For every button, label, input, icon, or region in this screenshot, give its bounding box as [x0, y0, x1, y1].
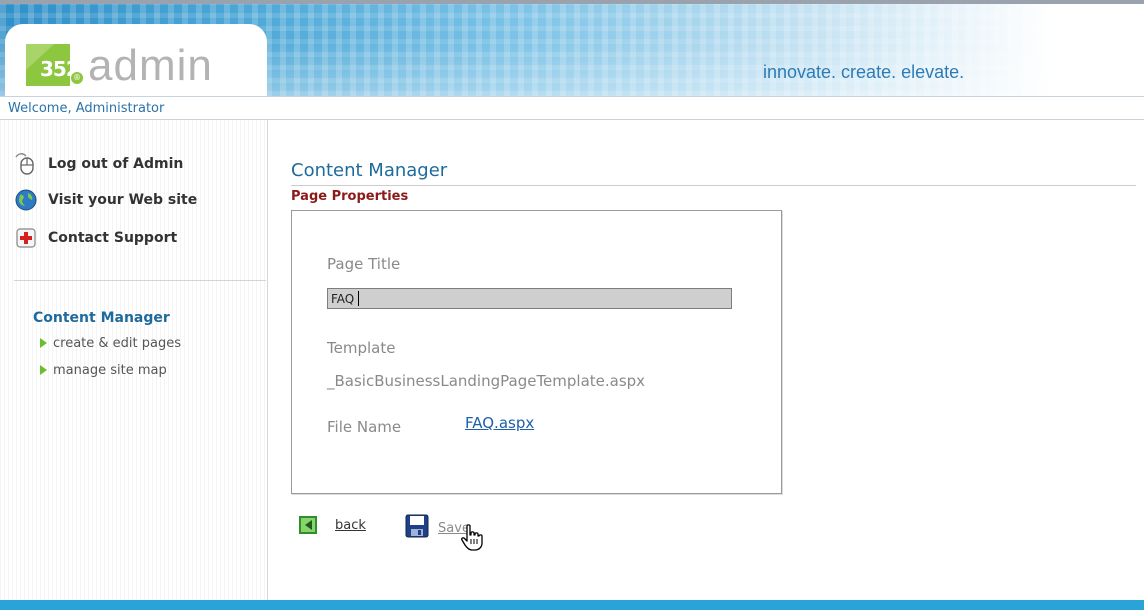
arrow-right-icon	[40, 365, 47, 375]
page-title: Content Manager	[291, 160, 448, 181]
back-label: back	[335, 517, 366, 533]
floppy-disk-icon	[405, 514, 429, 542]
back-arrow-icon	[299, 516, 317, 534]
logo-wordmark: admin	[88, 41, 213, 90]
header-banner: 352 ® admin innovate. create. elevate.	[0, 4, 1144, 98]
welcome-bar: Welcome, Administrator	[0, 96, 1144, 120]
footer-bar	[0, 600, 1144, 610]
text-caret	[358, 291, 359, 306]
logout-label: Log out of Admin	[48, 156, 184, 172]
visit-website-label: Visit your Web site	[48, 192, 198, 208]
file-name-link[interactable]: FAQ.aspx	[465, 414, 534, 432]
file-name-label: File Name	[327, 418, 402, 436]
tagline: innovate. create. elevate.	[763, 62, 965, 82]
title-divider	[291, 185, 1136, 186]
support-cross-icon	[14, 226, 38, 250]
logo-registered-mark: ®	[71, 72, 83, 84]
sidebar: Log out of Admin Visit your Web site Con…	[0, 120, 268, 600]
sidebar-item-label: manage site map	[53, 362, 167, 378]
contact-support-label: Contact Support	[48, 230, 178, 246]
sidebar-item-label: create & edit pages	[53, 335, 182, 351]
page-title-input[interactable]	[327, 288, 732, 309]
hand-cursor-icon	[460, 524, 484, 556]
sidebar-item-manage-site-map[interactable]: manage site map	[40, 361, 167, 379]
sidebar-section-title: Content Manager	[33, 310, 170, 326]
sidebar-divider	[14, 280, 266, 281]
logo-mark: 352	[26, 44, 80, 86]
arrow-right-icon	[40, 338, 47, 348]
globe-icon	[14, 188, 38, 212]
mouse-icon	[14, 152, 38, 176]
section-title: Page Properties	[291, 189, 409, 204]
welcome-text: Welcome, Administrator	[8, 101, 165, 116]
contact-support-link[interactable]: Contact Support	[14, 226, 177, 250]
visit-website-link[interactable]: Visit your Web site	[14, 188, 197, 212]
back-button[interactable]: back	[299, 516, 366, 534]
template-label: Template	[327, 339, 396, 357]
page-title-label: Page Title	[327, 255, 401, 273]
sidebar-item-create-edit-pages[interactable]: create & edit pages	[40, 334, 181, 352]
template-value: _BasicBusinessLandingPageTemplate.aspx	[327, 372, 646, 390]
logout-link[interactable]: Log out of Admin	[14, 152, 183, 176]
